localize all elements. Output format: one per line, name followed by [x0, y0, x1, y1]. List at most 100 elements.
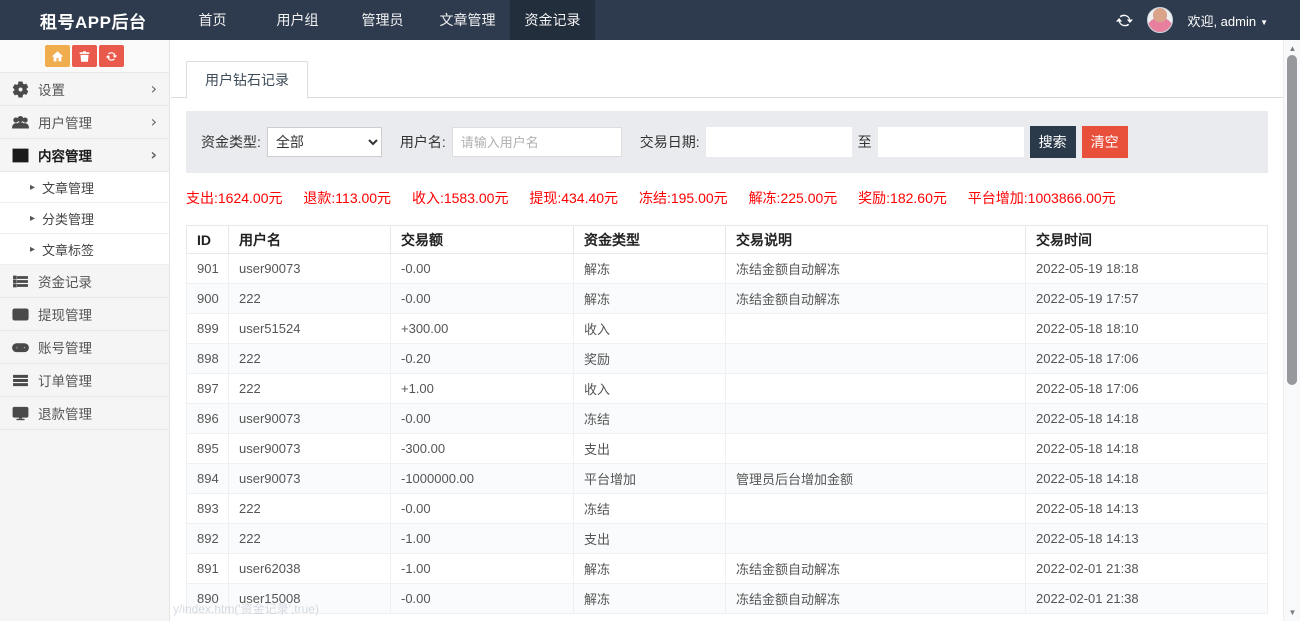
cell-id: 892: [187, 524, 229, 554]
cell-username: user90073: [229, 464, 391, 494]
sidebar-item-content-management[interactable]: 内容管理 ›: [0, 139, 169, 172]
stat-frozen: 冻结:195.00元: [639, 190, 728, 206]
cell-description: 管理员后台增加金额: [726, 464, 1026, 494]
clear-button[interactable]: 清空: [1082, 126, 1128, 158]
stat-refund: 退款:113.00元: [303, 190, 391, 206]
cell-fund-type: 解冻: [574, 254, 726, 284]
cell-amount: -0.00: [391, 404, 574, 434]
cell-username: 222: [229, 374, 391, 404]
tab-user-diamond-records[interactable]: 用户钻石记录: [186, 61, 308, 99]
nav-item-admins[interactable]: 管理员: [340, 0, 425, 40]
home-button[interactable]: [45, 45, 70, 67]
cell-description: [726, 524, 1026, 554]
table-row: 901user90073-0.00解冻冻结金额自动解冻2022-05-19 18…: [187, 254, 1268, 284]
fund-type-select[interactable]: 全部: [267, 127, 382, 157]
cell-username: user62038: [229, 554, 391, 584]
nav-item-fund-records[interactable]: 资金记录: [510, 0, 595, 40]
col-header-time: 交易时间: [1026, 226, 1268, 254]
cell-description: [726, 404, 1026, 434]
search-button[interactable]: 搜索: [1030, 126, 1076, 158]
cell-fund-type: 解冻: [574, 284, 726, 314]
welcome-admin-dropdown[interactable]: 欢迎, admin ▼: [1187, 11, 1268, 30]
app-logo: 租号APP后台: [0, 8, 170, 33]
sidebar-item-label: 退款管理: [38, 403, 92, 423]
sidebar-subitem-label: 分类管理: [42, 209, 94, 228]
triangle-bullet-icon: ▸: [30, 244, 35, 255]
date-to-label: 至: [858, 132, 872, 152]
refresh-cache-button[interactable]: [99, 45, 124, 67]
stat-platform-add: 平台增加:1003866.00元: [968, 190, 1116, 206]
cell-fund-type: 平台增加: [574, 464, 726, 494]
recycle-icon: [105, 50, 118, 63]
sidebar-item-user-management[interactable]: 用户管理 ›: [0, 106, 169, 139]
sidebar-item-label: 用户管理: [38, 112, 92, 132]
sidebar-item-account-management[interactable]: 账号管理: [0, 331, 169, 364]
cell-fund-type: 收入: [574, 314, 726, 344]
triangle-bullet-icon: ▸: [30, 213, 35, 224]
cell-amount: -0.20: [391, 344, 574, 374]
cell-id: 895: [187, 434, 229, 464]
sidebar-item-refund-management[interactable]: 退款管理: [0, 397, 169, 430]
users-icon: [12, 114, 29, 131]
cell-description: 冻结金额自动解冻: [726, 584, 1026, 614]
sidebar-subitem-article-tags[interactable]: ▸ 文章标签: [0, 234, 169, 265]
cell-fund-type: 冻结: [574, 494, 726, 524]
vertical-scrollbar[interactable]: ▲ ▼: [1283, 40, 1300, 621]
clear-cache-button[interactable]: [72, 45, 97, 67]
list-icon: [12, 273, 29, 290]
scroll-up-arrow-icon[interactable]: ▲: [1284, 44, 1300, 53]
chevron-down-icon: ▼: [1260, 18, 1268, 27]
sidebar-subitem-article-management[interactable]: ▸ 文章管理: [0, 172, 169, 203]
scroll-down-arrow-icon[interactable]: ▼: [1284, 608, 1300, 617]
cell-amount: -1.00: [391, 554, 574, 584]
filter-bar: 资金类型: 全部 用户名: 交易日期: 至 搜索 清空: [186, 111, 1268, 173]
chevron-right-icon: ›: [150, 147, 157, 163]
welcome-text: 欢迎, admin: [1187, 14, 1256, 29]
cell-amount: -0.00: [391, 254, 574, 284]
sidebar-toolbar: [0, 40, 169, 73]
cell-time: 2022-05-18 14:13: [1026, 524, 1268, 554]
stat-income: 收入:1583.00元: [412, 190, 509, 206]
trash-icon: [78, 50, 91, 63]
cell-time: 2022-05-19 18:18: [1026, 254, 1268, 284]
cell-amount: -1000000.00: [391, 464, 574, 494]
sidebar-item-settings[interactable]: 设置 ›: [0, 73, 169, 106]
table-row: 890user15008-0.00解冻冻结金额自动解冻2022-02-01 21…: [187, 584, 1268, 614]
sidebar-item-withdrawal-management[interactable]: 提现管理: [0, 298, 169, 331]
cell-amount: +1.00: [391, 374, 574, 404]
table-row: 898222-0.20奖励2022-05-18 17:06: [187, 344, 1268, 374]
refresh-icon[interactable]: [1116, 12, 1133, 29]
sidebar-subitem-label: 文章标签: [42, 240, 94, 259]
gear-icon: [12, 81, 29, 98]
cell-fund-type: 冻结: [574, 404, 726, 434]
table-row: 891user62038-1.00解冻冻结金额自动解冻2022-02-01 21…: [187, 554, 1268, 584]
sidebar-item-label: 资金记录: [38, 271, 92, 291]
table-row: 897222+1.00收入2022-05-18 17:06: [187, 374, 1268, 404]
date-end-input[interactable]: [878, 127, 1024, 157]
fund-stats-row: 支出:1624.00元 退款:113.00元 收入:1583.00元 提现:43…: [186, 188, 1268, 208]
cell-fund-type: 奖励: [574, 344, 726, 374]
cell-fund-type: 收入: [574, 374, 726, 404]
cell-amount: -1.00: [391, 524, 574, 554]
user-avatar[interactable]: [1147, 7, 1173, 33]
cell-id: 898: [187, 344, 229, 374]
cell-id: 896: [187, 404, 229, 434]
money-icon: [12, 306, 29, 323]
nav-item-user-groups[interactable]: 用户组: [255, 0, 340, 40]
cell-amount: -0.00: [391, 284, 574, 314]
cell-time: 2022-05-18 14:18: [1026, 464, 1268, 494]
stat-unfrozen: 解冻:225.00元: [749, 190, 838, 206]
table-row: 899user51524+300.00收入2022-05-18 18:10: [187, 314, 1268, 344]
sidebar-item-order-management[interactable]: 订单管理: [0, 364, 169, 397]
sidebar-subitem-category-management[interactable]: ▸ 分类管理: [0, 203, 169, 234]
scrollbar-thumb[interactable]: [1287, 55, 1297, 385]
date-start-input[interactable]: [706, 127, 852, 157]
sidebar-item-fund-records[interactable]: 资金记录: [0, 265, 169, 298]
nav-item-home[interactable]: 首页: [170, 0, 255, 40]
nav-item-articles[interactable]: 文章管理: [425, 0, 510, 40]
table-row: 892222-1.00支出2022-05-18 14:13: [187, 524, 1268, 554]
stat-withdraw: 提现:434.40元: [529, 190, 618, 206]
username-input[interactable]: [452, 127, 622, 157]
table-row: 894user90073-1000000.00平台增加管理员后台增加金额2022…: [187, 464, 1268, 494]
gamepad-icon: [12, 339, 29, 356]
